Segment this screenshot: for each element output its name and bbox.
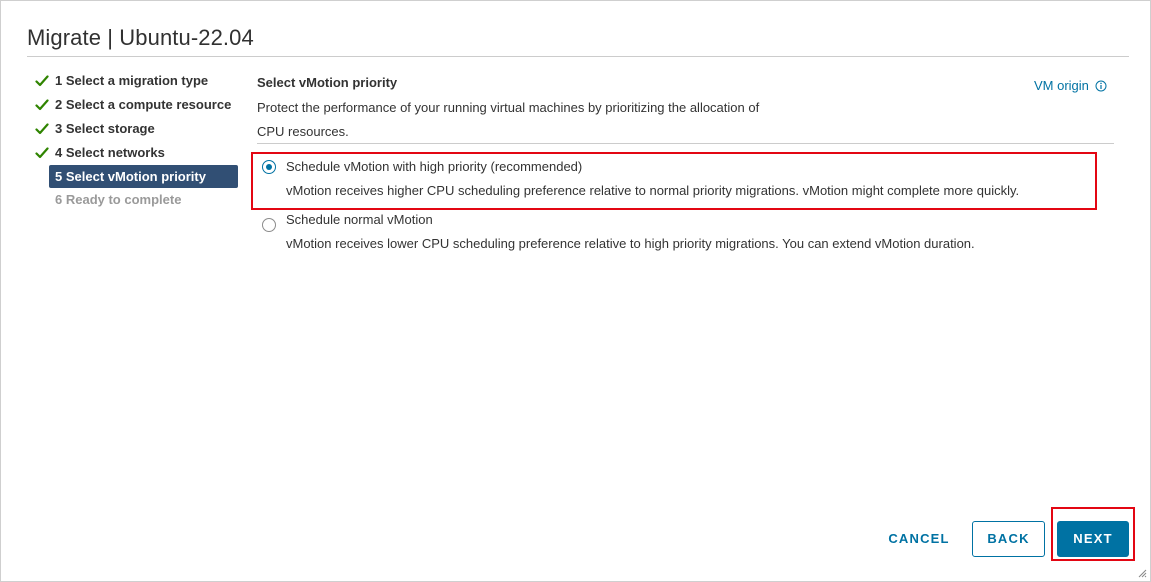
wizard-steps: 1 Select a migration type 2 Select a com… <box>31 69 241 212</box>
step-label: 4 Select networks <box>55 145 165 160</box>
section-title: Select vMotion priority <box>257 75 398 90</box>
check-icon <box>35 147 49 159</box>
step-label: 5 Select vMotion priority <box>55 169 206 184</box>
content-divider <box>257 143 1114 144</box>
step-label: 3 Select storage <box>55 121 155 136</box>
vm-origin-link[interactable]: VM origin <box>1034 78 1107 93</box>
high-priority-description: vMotion receives higher CPU scheduling p… <box>286 183 1020 198</box>
high-priority-radio[interactable] <box>262 160 276 174</box>
step-ready-to-complete: 6 Ready to complete <box>31 188 241 212</box>
normal-priority-radio[interactable] <box>262 218 276 232</box>
cancel-button[interactable]: CANCEL <box>881 521 957 557</box>
check-icon <box>35 99 49 111</box>
next-button[interactable]: NEXT <box>1057 521 1129 557</box>
check-icon <box>35 123 49 135</box>
info-circle-icon <box>1095 80 1107 91</box>
normal-priority-description: vMotion receives lower CPU scheduling pr… <box>286 236 975 251</box>
title-divider <box>27 56 1129 57</box>
high-priority-label[interactable]: Schedule vMotion with high priority (rec… <box>286 159 582 174</box>
vm-origin-label: VM origin <box>1034 78 1089 93</box>
step-label: 6 Ready to complete <box>55 192 182 207</box>
step-compute-resource[interactable]: 2 Select a compute resource <box>31 93 241 117</box>
section-description: Protect the performance of your running … <box>257 96 837 144</box>
migrate-dialog: Migrate | Ubuntu-22.04 1 Select a migrat… <box>0 0 1151 582</box>
description-line: Protect the performance of your running … <box>257 100 760 115</box>
step-label: 1 Select a migration type <box>55 73 209 88</box>
step-migration-type[interactable]: 1 Select a migration type <box>31 69 241 93</box>
dialog-title: Migrate | Ubuntu-22.04 <box>27 25 254 50</box>
step-vmotion-priority[interactable]: 5 Select vMotion priority <box>49 165 238 188</box>
back-button[interactable]: BACK <box>972 521 1045 557</box>
normal-priority-label[interactable]: Schedule normal vMotion <box>286 212 433 227</box>
step-label: 2 Select a compute resource <box>55 97 232 112</box>
check-icon <box>35 75 49 87</box>
step-storage[interactable]: 3 Select storage <box>31 117 241 141</box>
resize-grip-icon[interactable] <box>1137 568 1147 578</box>
step-networks[interactable]: 4 Select networks <box>31 141 241 165</box>
description-line: CPU resources. <box>257 124 349 139</box>
